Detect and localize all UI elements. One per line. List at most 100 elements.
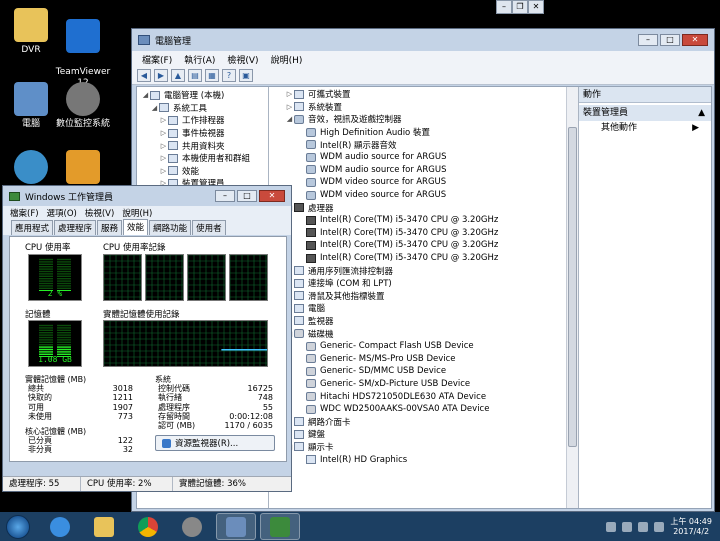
console-tree-item[interactable]: ◢ 電腦管理 (本機) xyxy=(141,89,268,102)
menu-item[interactable]: 檢視(V) xyxy=(85,207,114,219)
device-category[interactable]: ▷鍵盤 xyxy=(269,428,578,441)
menu-item[interactable]: 檢視(V) xyxy=(227,53,258,66)
device-category[interactable]: ◢ 音效，視訊及遊戲控制器 xyxy=(269,113,578,126)
device-item[interactable]: WDM video source for ARGUS xyxy=(269,176,578,189)
collapse-arrow-icon[interactable]: ◢ xyxy=(150,104,159,112)
console-tree-icon[interactable]: ▤ xyxy=(188,69,202,82)
device-item[interactable]: Intel(R) HD Graphics xyxy=(269,453,578,466)
menu-item[interactable]: 檔案(F) xyxy=(142,53,172,66)
minimize-icon[interactable]: – xyxy=(496,0,512,14)
device-category[interactable]: ▷連接埠 (COM 和 LPT) xyxy=(269,277,578,290)
tab[interactable]: 應用程式 xyxy=(11,220,54,235)
device-category[interactable]: ▷ 系統裝置 xyxy=(269,101,578,114)
device-category[interactable]: ▷ 可攜式裝置 xyxy=(269,88,578,101)
device-item[interactable]: Generic- SD/MMC USB Device xyxy=(269,365,578,378)
expand-arrow-icon[interactable]: ▷ xyxy=(159,116,168,124)
maximize-icon[interactable]: □ xyxy=(237,190,257,202)
tab[interactable]: 使用者 xyxy=(192,220,226,235)
device-category[interactable]: ▷滑鼠及其他指標裝置 xyxy=(269,290,578,303)
device-item[interactable]: Intel(R) Core(TM) i5-3470 CPU @ 3.20GHz xyxy=(269,214,578,227)
restore-icon[interactable]: ❐ xyxy=(512,0,528,14)
expand-arrow-icon[interactable]: ▷ xyxy=(159,167,168,175)
console-tree-item[interactable]: ▷ 工作排程器 xyxy=(141,114,268,127)
expand-arrow-icon[interactable]: ▷ xyxy=(285,90,294,98)
minimize-icon[interactable]: – xyxy=(215,190,235,202)
device-item[interactable]: High Definition Audio 裝置 xyxy=(269,126,578,139)
menu-item[interactable]: 檔案(F) xyxy=(10,207,39,219)
network-icon[interactable] xyxy=(606,521,617,532)
expand-arrow-icon[interactable]: ▷ xyxy=(159,142,168,150)
minimize-icon[interactable]: – xyxy=(638,34,658,46)
device-category[interactable]: ▷通用序列匯流排控制器 xyxy=(269,264,578,277)
device-category[interactable]: ▷網路介面卡 xyxy=(269,415,578,428)
taskbar-ie[interactable] xyxy=(40,513,80,540)
taskbar-computer-management[interactable] xyxy=(216,513,256,540)
expand-arrow-icon[interactable]: ▷ xyxy=(159,129,168,137)
actions-section-device-manager[interactable]: 裝置管理員 ▲ xyxy=(579,105,711,121)
taskbar-chrome[interactable] xyxy=(128,513,168,540)
device-category[interactable]: ▷監視器 xyxy=(269,315,578,328)
device-item[interactable]: Generic- Compact Flash USB Device xyxy=(269,340,578,353)
device-item[interactable]: Generic- MS/MS-Pro USB Device xyxy=(269,352,578,365)
back-icon[interactable]: ◀ xyxy=(137,69,151,82)
tab[interactable]: 處理程序 xyxy=(54,220,97,235)
resource-monitor-button[interactable]: 資源監視器(R)... xyxy=(155,435,275,451)
taskbar-task-manager[interactable] xyxy=(260,513,300,540)
device-category[interactable]: ◢磁碟機 xyxy=(269,327,578,340)
device-item[interactable]: Intel(R) 顯示器音效 xyxy=(269,138,578,151)
device-item[interactable]: WDC WD2500AAKS-00VSA0 ATA Device xyxy=(269,403,578,416)
device-item[interactable]: Generic- SM/xD-Picture USB Device xyxy=(269,378,578,391)
device-item[interactable]: WDM video source for ARGUS xyxy=(269,189,578,202)
tab[interactable]: 效能 xyxy=(123,219,149,235)
start-button[interactable] xyxy=(0,512,36,541)
menu-item[interactable]: 說明(H) xyxy=(122,207,152,219)
console-tree-item[interactable]: ◢ 系統工具 xyxy=(141,102,268,115)
menu-item[interactable]: 選項(O) xyxy=(47,207,77,219)
menu-item[interactable]: 執行(A) xyxy=(184,53,215,66)
collapse-arrow-icon[interactable]: ◢ xyxy=(285,115,294,123)
console-tree-item[interactable]: ▷ 事件檢視器 xyxy=(141,127,268,140)
device-item[interactable]: Intel(R) Core(TM) i5-3470 CPU @ 3.20GHz xyxy=(269,227,578,240)
clock[interactable]: 上午 04:49 2017/4/2 xyxy=(670,517,712,537)
taskbar-explorer[interactable] xyxy=(84,513,124,540)
monitor-icon[interactable] xyxy=(638,521,649,532)
device-item[interactable]: Hitachi HDS721050DLE630 ATA Device xyxy=(269,390,578,403)
close-icon[interactable]: ✕ xyxy=(528,0,544,14)
expand-arrow-icon[interactable]: ▷ xyxy=(285,103,294,111)
tab[interactable]: 服務 xyxy=(97,220,123,235)
flag-icon[interactable] xyxy=(622,521,633,532)
scrollbar-thumb[interactable] xyxy=(568,127,577,447)
menu-item[interactable]: 說明(H) xyxy=(271,53,303,66)
device-category[interactable]: ◢處理器 xyxy=(269,201,578,214)
collapse-icon[interactable]: ▲ xyxy=(698,105,705,121)
forward-icon[interactable]: ▶ xyxy=(154,69,168,82)
device-category[interactable]: ◢顯示卡 xyxy=(269,441,578,454)
desktop-icon-document[interactable] xyxy=(52,150,114,187)
device-item[interactable]: Intel(R) Core(TM) i5-3470 CPU @ 3.20GHz xyxy=(269,252,578,265)
console-tree-item[interactable]: ▷ 本機使用者和群組 xyxy=(141,152,268,165)
device-item[interactable]: Intel(R) Core(TM) i5-3470 CPU @ 3.20GHz xyxy=(269,239,578,252)
view-icon[interactable]: ▣ xyxy=(239,69,253,82)
console-tree-item[interactable]: ▷ 效能 xyxy=(141,165,268,178)
maximize-icon[interactable]: □ xyxy=(660,34,680,46)
actions-more[interactable]: 其他動作 ▶ xyxy=(579,121,711,135)
expand-arrow-icon[interactable]: ▷ xyxy=(159,154,168,162)
collapse-arrow-icon[interactable]: ◢ xyxy=(141,91,150,99)
speaker-icon[interactable] xyxy=(654,521,665,532)
window-titlebar[interactable]: 電腦管理 xyxy=(132,29,714,51)
desktop-icon-surveillance[interactable]: 數位監控系統 xyxy=(52,82,114,130)
properties-icon[interactable]: ▦ xyxy=(205,69,219,82)
device-item[interactable]: WDM audio source for ARGUS xyxy=(269,164,578,177)
close-icon[interactable]: ✕ xyxy=(682,34,708,46)
close-icon[interactable]: ✕ xyxy=(259,190,285,202)
vertical-scrollbar[interactable] xyxy=(566,87,578,508)
desktop-icon-teamviewer[interactable]: TeamViewer 12 xyxy=(52,8,114,89)
device-item[interactable]: WDM audio source for ARGUS xyxy=(269,151,578,164)
help-icon[interactable]: ? xyxy=(222,69,236,82)
up-folder-icon[interactable]: ▲ xyxy=(171,69,185,82)
tab[interactable]: 網路功能 xyxy=(149,220,192,235)
taskbar-surveillance[interactable] xyxy=(172,513,212,540)
device-category[interactable]: ▷電腦 xyxy=(269,302,578,315)
gauge-segment xyxy=(57,268,71,270)
console-tree-item[interactable]: ▷ 共用資料夾 xyxy=(141,139,268,152)
